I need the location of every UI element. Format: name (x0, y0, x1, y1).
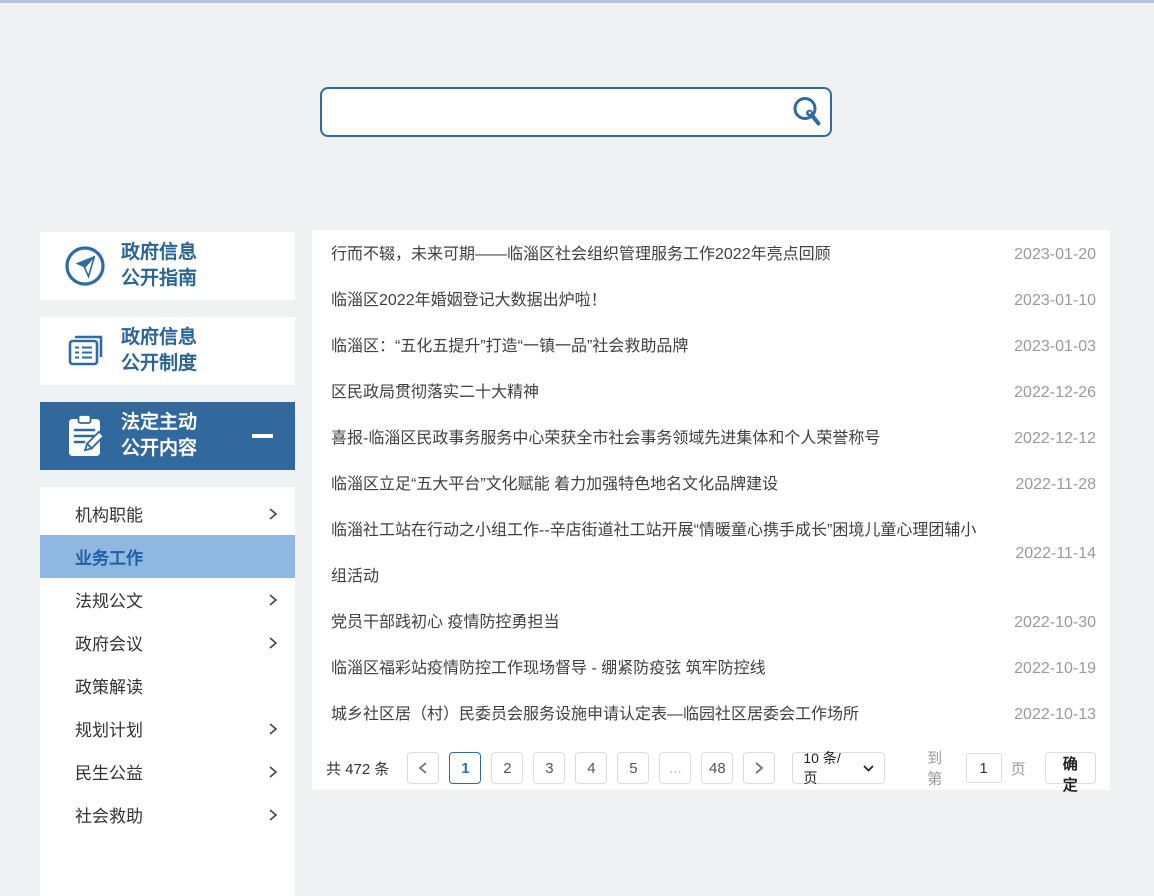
document-icon (60, 328, 110, 374)
sidebar-item-gov-meetings[interactable]: 政府会议 (40, 621, 295, 664)
article-date: 2022-11-28 (1015, 476, 1096, 493)
page-size-select[interactable]: 10 条/页 (792, 750, 886, 786)
collapse-minus-icon[interactable] (252, 434, 273, 438)
article-date: 2022-10-30 (1014, 614, 1096, 631)
menu-label: 民生公益 (75, 764, 143, 783)
chevron-right-icon (267, 808, 279, 822)
sidebar-item-label: 法定主动 公开内容 (121, 412, 198, 459)
sidebar-item-gov-info-system[interactable]: 政府信息 公开制度 (40, 317, 295, 385)
chevron-right-icon (267, 593, 279, 607)
search-bar (320, 87, 832, 137)
next-page-button[interactable] (743, 752, 776, 784)
confirm-button[interactable]: 确定 (1044, 752, 1096, 794)
total-count-label: 共 472 条 (326, 760, 390, 778)
list-item[interactable]: 临淄区2022年婚姻登记大数据出炉啦！ 2023-01-10 (326, 278, 1096, 324)
article-title[interactable]: 临淄区立足“五大平台”文化赋能 着力加强特色地名文化品牌建设 (326, 462, 802, 508)
menu-label: 业务工作 (75, 549, 143, 568)
prev-page-button[interactable] (407, 752, 440, 784)
article-title[interactable]: 临淄区：“五化五提升”打造“一镇一品”社会救助品牌 (326, 324, 712, 370)
sidebar-item-regulations[interactable]: 法规公文 (40, 578, 295, 621)
clipboard-pen-icon (60, 412, 110, 460)
page-button-4[interactable]: 4 (575, 752, 608, 784)
page-button-48[interactable]: 48 (701, 752, 734, 784)
list-item[interactable]: 喜报-临淄区民政事务服务中心荣获全市社会事务领域先进集体和个人荣誉称号 2022… (326, 416, 1096, 462)
sidebar: 政府信息 公开指南 政府信息 公开制度 法定主动 公开内容 机构职能 业务工作 … (40, 232, 295, 896)
sidebar-item-public-welfare[interactable]: 民生公益 (40, 750, 295, 793)
goto-page-input[interactable] (965, 753, 1002, 783)
article-date: 2022-11-14 (1015, 545, 1096, 562)
menu-label: 社会救助 (75, 807, 143, 826)
page-button-3[interactable]: 3 (533, 752, 566, 784)
chevron-right-icon (267, 765, 279, 779)
article-title[interactable]: 临淄社工站在行动之小组工作--辛店街道社工站开展“情暖童心携手成长”困境儿童心理… (326, 508, 1015, 600)
menu-label: 法规公文 (75, 592, 143, 611)
sidebar-item-social-assistance[interactable]: 社会救助 (40, 793, 295, 836)
article-date: 2022-12-12 (1014, 430, 1096, 447)
page-button-5[interactable]: 5 (617, 752, 650, 784)
article-date: 2023-01-03 (1014, 338, 1096, 355)
list-item[interactable]: 区民政局贯彻落实二十大精神 2022-12-26 (326, 370, 1096, 416)
sidebar-item-statutory-disclosure[interactable]: 法定主动 公开内容 (40, 402, 295, 470)
article-list-panel: 行而不辍，未来可期——临淄区社会组织管理服务工作2022年亮点回顾 2023-0… (312, 230, 1110, 794)
top-accent-strip (0, 0, 1154, 3)
chevron-right-icon (267, 722, 279, 736)
list-item[interactable]: 临淄社工站在行动之小组工作--辛店街道社工站开展“情暖童心携手成长”困境儿童心理… (326, 508, 1096, 600)
article-title[interactable]: 城乡社区居（村）民委员会服务设施申请认定表—临园社区居委会工作场所 (326, 692, 883, 738)
chevron-right-icon (267, 636, 279, 650)
article-title[interactable]: 区民政局贯彻落实二十大精神 (326, 370, 563, 416)
list-item[interactable]: 党员干部践初心 疫情防控勇担当 2022-10-30 (326, 600, 1096, 646)
article-date: 2022-10-13 (1014, 706, 1096, 723)
article-title[interactable]: 临淄区福彩站疫情防控工作现场督导 - 绷紧防疫弦 筑牢防控线 (326, 646, 790, 692)
sidebar-submenu: 机构职能 业务工作 法规公文 政府会议 政策解读 规划计划 民生公益 社会救助 (40, 487, 295, 896)
page-size-label: 10 条/页 (803, 750, 841, 786)
article-date: 2023-01-10 (1014, 292, 1096, 309)
list-item[interactable]: 行而不辍，未来可期——临淄区社会组织管理服务工作2022年亮点回顾 2023-0… (326, 232, 1096, 278)
chevron-right-icon (267, 507, 279, 521)
sidebar-item-label: 政府信息 公开指南 (121, 242, 198, 289)
article-title[interactable]: 临淄区2022年婚姻登记大数据出炉啦！ (326, 278, 631, 324)
goto-prefix-label: 到第 (927, 750, 943, 788)
article-date: 2022-12-26 (1014, 384, 1096, 401)
search-input[interactable] (322, 89, 786, 135)
chevron-left-icon (418, 761, 428, 775)
list-item[interactable]: 临淄区福彩站疫情防控工作现场督导 - 绷紧防疫弦 筑牢防控线 2022-10-1… (326, 646, 1096, 692)
menu-label: 机构职能 (75, 506, 143, 525)
list-item[interactable]: 城乡社区居（村）民委员会服务设施申请认定表—临园社区居委会工作场所 2022-1… (326, 692, 1096, 738)
sidebar-item-business-work[interactable]: 业务工作 (40, 535, 295, 578)
goto-suffix-label: 页 (1010, 760, 1026, 778)
menu-label: 政府会议 (75, 635, 143, 654)
pagination-bar: 共 472 条 1 2 3 4 5 ... 48 10 条/页 到第 页 (326, 747, 1096, 794)
goto-page-group: 到第 页 确定 (927, 747, 1096, 794)
page-button-1[interactable]: 1 (449, 752, 482, 784)
menu-label: 政策解读 (75, 678, 143, 697)
search-button[interactable] (786, 91, 828, 133)
article-date: 2022-10-19 (1014, 660, 1096, 677)
article-title[interactable]: 党员干部践初心 疫情防控勇担当 (326, 600, 583, 646)
list-item[interactable]: 临淄区：“五化五提升”打造“一镇一品”社会救助品牌 2023-01-03 (326, 324, 1096, 370)
sidebar-item-label: 政府信息 公开制度 (121, 327, 198, 374)
article-title[interactable]: 喜报-临淄区民政事务服务中心荣获全市社会事务领域先进集体和个人荣誉称号 (326, 416, 904, 462)
article-date: 2023-01-20 (1014, 246, 1096, 263)
compass-icon (60, 243, 110, 289)
sidebar-item-plans[interactable]: 规划计划 (40, 707, 295, 750)
sidebar-item-gov-info-guide[interactable]: 政府信息 公开指南 (40, 232, 295, 300)
sidebar-item-agency-functions[interactable]: 机构职能 (40, 492, 295, 535)
menu-label: 规划计划 (75, 721, 143, 740)
page-button-2[interactable]: 2 (491, 752, 524, 784)
chevron-down-icon (863, 764, 874, 772)
page-ellipsis-button[interactable]: ... (659, 752, 692, 784)
article-title[interactable]: 行而不辍，未来可期——临淄区社会组织管理服务工作2022年亮点回顾 (326, 232, 855, 278)
search-icon (790, 95, 824, 129)
sidebar-item-policy-interpretation[interactable]: 政策解读 (40, 664, 295, 707)
chevron-right-icon (754, 761, 764, 775)
list-item[interactable]: 临淄区立足“五大平台”文化赋能 着力加强特色地名文化品牌建设 2022-11-2… (326, 462, 1096, 508)
